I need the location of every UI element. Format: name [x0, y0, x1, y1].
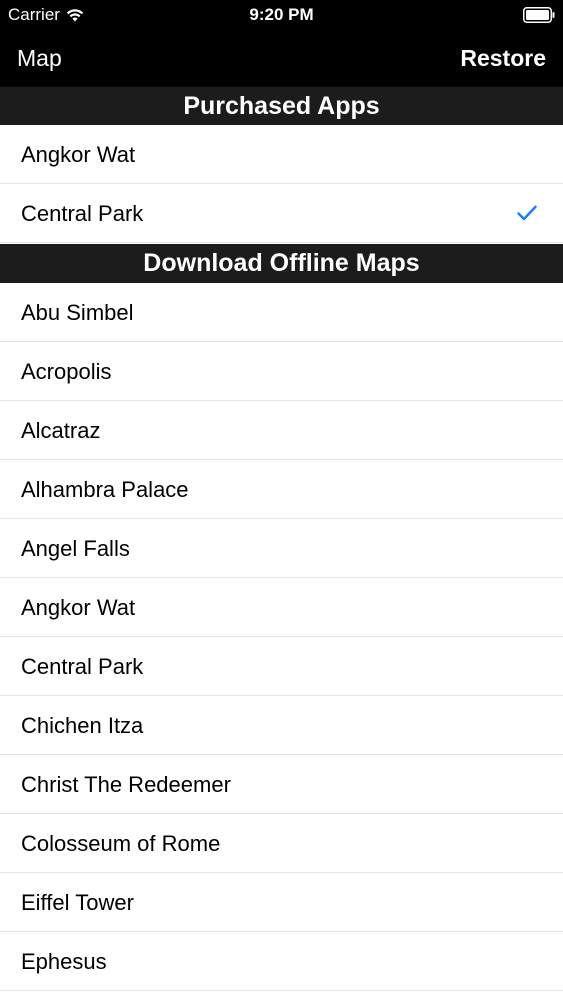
list-item-label: Colosseum of Rome: [21, 831, 221, 856]
list-item[interactable]: Angel Falls: [0, 519, 563, 578]
list-item-label: Eiffel Tower: [21, 890, 134, 915]
list-item-label: Angkor Wat: [21, 595, 136, 620]
list-item-label: Central Park: [21, 201, 144, 226]
list-item-label: Alcatraz: [21, 418, 101, 443]
screen: Carrier 9:20 PM Map Restore Purchased Ap…: [0, 0, 563, 1000]
list-item[interactable]: Colosseum of Rome: [0, 814, 563, 873]
map-button[interactable]: Map: [17, 44, 62, 72]
list-item-label: Angkor Wat: [21, 142, 136, 167]
restore-button[interactable]: Restore: [460, 44, 546, 72]
list-item-label: Abu Simbel: [21, 300, 134, 325]
list-item[interactable]: Central Park: [0, 184, 563, 243]
list-item[interactable]: Angkor Wat: [0, 578, 563, 637]
list-item[interactable]: Chichen Itza: [0, 696, 563, 755]
list-item-label: Alhambra Palace: [21, 477, 189, 502]
download-maps-list: Abu Simbel Acropolis Alcatraz Alhambra P…: [0, 283, 563, 991]
list-item-label: Chichen Itza: [21, 713, 144, 738]
list-item-label: Christ The Redeemer: [21, 772, 231, 797]
list-item-label: Central Park: [21, 654, 144, 679]
list-item[interactable]: Central Park: [0, 637, 563, 696]
list-item[interactable]: Abu Simbel: [0, 283, 563, 342]
list-item[interactable]: Eiffel Tower: [0, 873, 563, 932]
battery-icon: [523, 7, 555, 23]
list-item-label: Angel Falls: [21, 536, 130, 561]
list-item[interactable]: Alcatraz: [0, 401, 563, 460]
list-item-label: Acropolis: [21, 359, 112, 384]
status-bar: Carrier 9:20 PM: [0, 0, 563, 30]
list-item[interactable]: Christ The Redeemer: [0, 755, 563, 814]
list-item[interactable]: Alhambra Palace: [0, 460, 563, 519]
list-item[interactable]: Ephesus: [0, 932, 563, 991]
section-header-download-offline-maps: Download Offline Maps: [0, 244, 563, 283]
list-item[interactable]: Angkor Wat: [0, 125, 563, 184]
nav-bar: Map Restore: [0, 30, 563, 87]
list-item-label: Ephesus: [21, 949, 107, 974]
section-header-purchased-apps: Purchased Apps: [0, 87, 563, 125]
purchased-apps-list: Angkor Wat Central Park: [0, 125, 563, 243]
checkmark-icon: [517, 205, 537, 221]
list-item[interactable]: Acropolis: [0, 342, 563, 401]
status-time: 9:20 PM: [249, 5, 314, 24]
section-title: Download Offline Maps: [143, 249, 420, 277]
section-title: Purchased Apps: [183, 91, 380, 120]
